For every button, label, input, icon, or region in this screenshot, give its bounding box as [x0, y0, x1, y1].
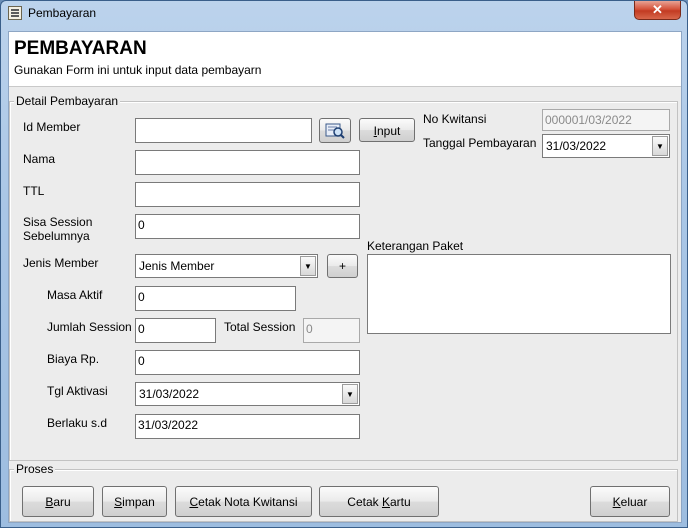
- tanggal-pembayaran-datepicker[interactable]: 31/03/2022 ▼: [542, 134, 670, 158]
- no-kwitansi-label: No Kwitansi: [423, 112, 487, 126]
- tanggal-pembayaran-value: 31/03/2022: [546, 139, 607, 153]
- baru-label: aru: [53, 495, 71, 509]
- jenis-member-select[interactable]: Jenis Member ▼: [135, 254, 318, 278]
- masa-aktif-label: Masa Aktif: [47, 288, 103, 302]
- nama-label: Nama: [23, 152, 56, 166]
- masa-aktif-field[interactable]: 0: [135, 286, 296, 311]
- form-client-area: PEMBAYARAN Gunakan Form ini untuk input …: [8, 31, 682, 523]
- keterangan-paket-textarea[interactable]: [367, 254, 671, 334]
- ttl-label: TTL: [23, 184, 45, 198]
- id-member-field[interactable]: [135, 118, 312, 143]
- jumlah-session-field[interactable]: 0: [135, 318, 216, 343]
- plus-icon: +: [338, 259, 346, 273]
- close-button[interactable]: ✕: [634, 1, 681, 20]
- input-button-label: nput: [376, 124, 401, 138]
- search-member-icon: [325, 123, 345, 139]
- add-jenis-member-button[interactable]: +: [327, 254, 358, 278]
- proses-label: Proses: [14, 462, 56, 476]
- jumlah-session-label: Jumlah Session: [47, 320, 132, 334]
- keluar-button[interactable]: Keluar: [590, 486, 670, 517]
- chevron-down-icon[interactable]: ▼: [342, 384, 358, 404]
- tgl-aktivasi-datepicker[interactable]: 31/03/2022 ▼: [135, 382, 360, 406]
- baru-button[interactable]: Baru: [22, 486, 94, 517]
- cetak-nota-label: etak Nota Kwitansi: [198, 495, 298, 509]
- total-session-label: Total Session: [224, 320, 296, 334]
- form-icon: [8, 6, 22, 20]
- tgl-aktivasi-label: Tgl Aktivasi: [47, 384, 108, 398]
- total-session-field: 0: [303, 318, 360, 343]
- input-button[interactable]: Input: [359, 118, 415, 142]
- simpan-label: impan: [122, 495, 155, 509]
- jenis-member-label: Jenis Member: [23, 256, 99, 270]
- cetak-kartu-label: artu: [390, 495, 411, 509]
- keluar-mnemonic: K: [612, 495, 621, 509]
- sisa-session-label-line1: Sisa Session: [23, 215, 93, 229]
- berlaku-sd-field[interactable]: 31/03/2022: [135, 414, 360, 439]
- biaya-label: Biaya Rp.: [47, 352, 100, 366]
- keluar-label: eluar: [620, 495, 648, 509]
- jenis-member-value: Jenis Member: [139, 259, 215, 273]
- pembayaran-window: Pembayaran ✕ PEMBAYARAN Gunakan Form ini…: [0, 0, 688, 528]
- window-title: Pembayaran: [28, 6, 97, 20]
- form-header: PEMBAYARAN Gunakan Form ini untuk input …: [9, 32, 681, 87]
- cetak-nota-kwitansi-button[interactable]: Cetak Nota Kwitansi: [175, 486, 312, 517]
- chevron-down-icon[interactable]: ▼: [652, 136, 668, 156]
- sisa-session-field[interactable]: 0: [135, 214, 360, 239]
- cetak-kartu-mnemonic: K: [381, 495, 390, 509]
- title-bar[interactable]: Pembayaran ✕: [1, 1, 687, 27]
- simpan-mnemonic: S: [114, 495, 123, 509]
- keterangan-paket-label: Keterangan Paket: [367, 239, 464, 253]
- ttl-field[interactable]: [135, 182, 360, 207]
- detail-pembayaran-label: Detail Pembayaran: [14, 94, 121, 108]
- cetak-kartu-prefix: Cetak: [347, 495, 382, 509]
- chevron-down-icon[interactable]: ▼: [300, 256, 316, 276]
- cetak-kartu-button[interactable]: Cetak Kartu: [319, 486, 439, 517]
- id-member-label: Id Member: [23, 120, 81, 134]
- cetak-nota-mnemonic: C: [189, 495, 199, 509]
- no-kwitansi-field: 000001/03/2022: [542, 109, 670, 131]
- sisa-session-label-line2: Sebelumnya: [23, 229, 90, 243]
- page-title: PEMBAYARAN: [14, 38, 147, 59]
- search-member-button[interactable]: [319, 118, 351, 143]
- biaya-field[interactable]: 0: [135, 350, 360, 375]
- simpan-button[interactable]: Simpan: [102, 486, 167, 517]
- tanggal-pembayaran-label: Tanggal Pembayaran: [423, 136, 537, 150]
- page-subtitle: Gunakan Form ini untuk input data pembay…: [14, 63, 262, 77]
- tgl-aktivasi-value: 31/03/2022: [139, 387, 200, 401]
- nama-field[interactable]: [135, 150, 360, 175]
- berlaku-sd-label: Berlaku s.d: [47, 416, 108, 430]
